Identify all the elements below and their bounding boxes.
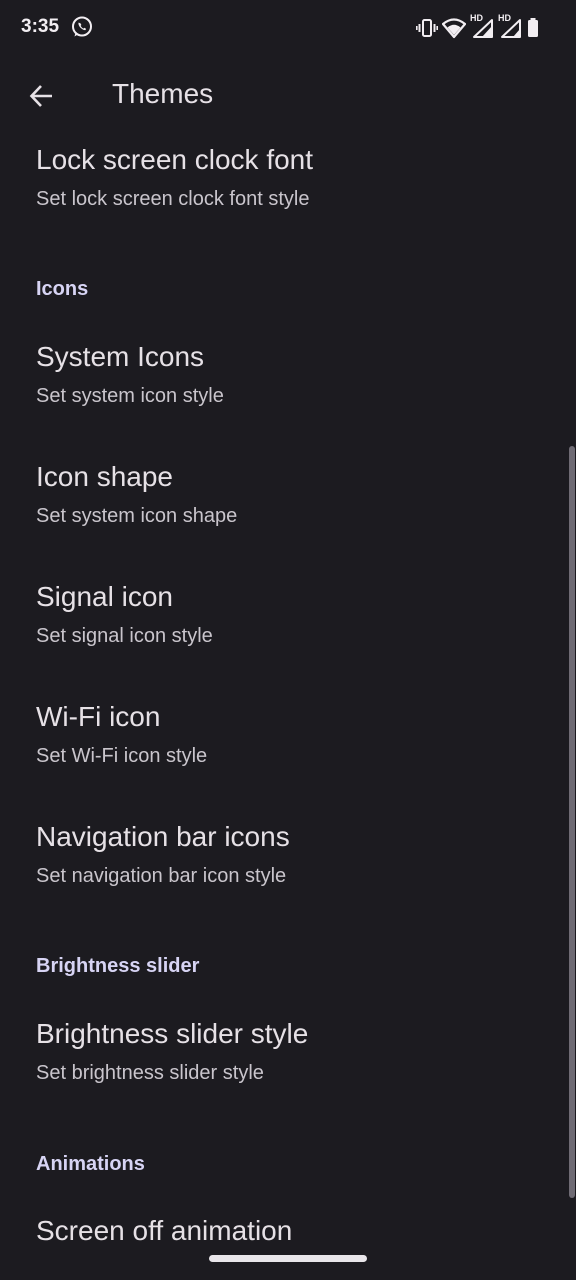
pref-screen-off-animation[interactable]: Screen off animation <box>0 1207 576 1244</box>
vibrate-icon <box>416 17 438 39</box>
system-status-icons: HD HD <box>416 13 540 40</box>
whatsapp-icon <box>70 15 94 39</box>
category-icons: Icons <box>36 278 89 300</box>
pref-summary: Set brightness slider style <box>36 1062 264 1084</box>
pref-summary: Set navigation bar icon style <box>36 865 287 887</box>
pref-title: Navigation bar icons <box>36 821 290 852</box>
pref-title: Lock screen clock font <box>36 144 314 175</box>
pref-title: Icon shape <box>36 461 173 492</box>
back-button[interactable] <box>18 72 66 120</box>
pref-system-icons[interactable]: System Icons Set system icon style <box>0 333 576 453</box>
pref-title: System Icons <box>36 341 205 372</box>
status-time: 3:35 <box>21 16 60 37</box>
signal-hd-icon: HD <box>498 13 522 39</box>
pref-title: Signal icon <box>36 581 173 612</box>
app-bar: Themes <box>0 56 576 136</box>
scrollbar[interactable] <box>569 446 575 1198</box>
themes-screen: 3:35 HD HD Themes Lock screen clock font… <box>0 0 576 1280</box>
arrow-back-icon <box>29 85 52 107</box>
hd-label: HD <box>498 13 511 23</box>
pref-signal-icon[interactable]: Signal icon Set signal icon style <box>0 573 576 693</box>
pref-title: Screen off animation <box>36 1215 293 1244</box>
hd-label: HD <box>470 13 483 23</box>
pref-summary: Set system icon style <box>36 385 224 407</box>
gesture-navigation-handle[interactable] <box>209 1255 367 1262</box>
page-title: Themes <box>112 78 214 109</box>
wifi-icon <box>442 17 466 39</box>
pref-summary: Set Wi-Fi icon style <box>36 745 208 767</box>
battery-icon <box>526 17 540 39</box>
pref-title: Wi-Fi icon <box>36 701 161 732</box>
category-brightness-slider: Brightness slider <box>36 955 200 977</box>
signal-hd-icon: HD <box>470 13 494 39</box>
pref-summary: Set system icon shape <box>36 505 238 527</box>
pref-wifi-icon[interactable]: Wi-Fi icon Set Wi-Fi icon style <box>0 693 576 813</box>
preferences-list[interactable]: Lock screen clock font Set lock screen c… <box>0 136 576 1244</box>
pref-brightness-slider-style[interactable]: Brightness slider style Set brightness s… <box>0 1010 576 1130</box>
pref-icon-shape[interactable]: Icon shape Set system icon shape <box>0 453 576 573</box>
pref-navigation-bar-icons[interactable]: Navigation bar icons Set navigation bar … <box>0 813 576 933</box>
pref-lock-screen-clock-font[interactable]: Lock screen clock font Set lock screen c… <box>0 136 576 256</box>
status-bar: 3:35 HD HD <box>0 0 576 56</box>
pref-summary: Set signal icon style <box>36 625 213 647</box>
pref-title: Brightness slider style <box>36 1018 309 1049</box>
pref-summary: Set lock screen clock font style <box>36 188 310 210</box>
category-animations: Animations <box>36 1153 145 1175</box>
